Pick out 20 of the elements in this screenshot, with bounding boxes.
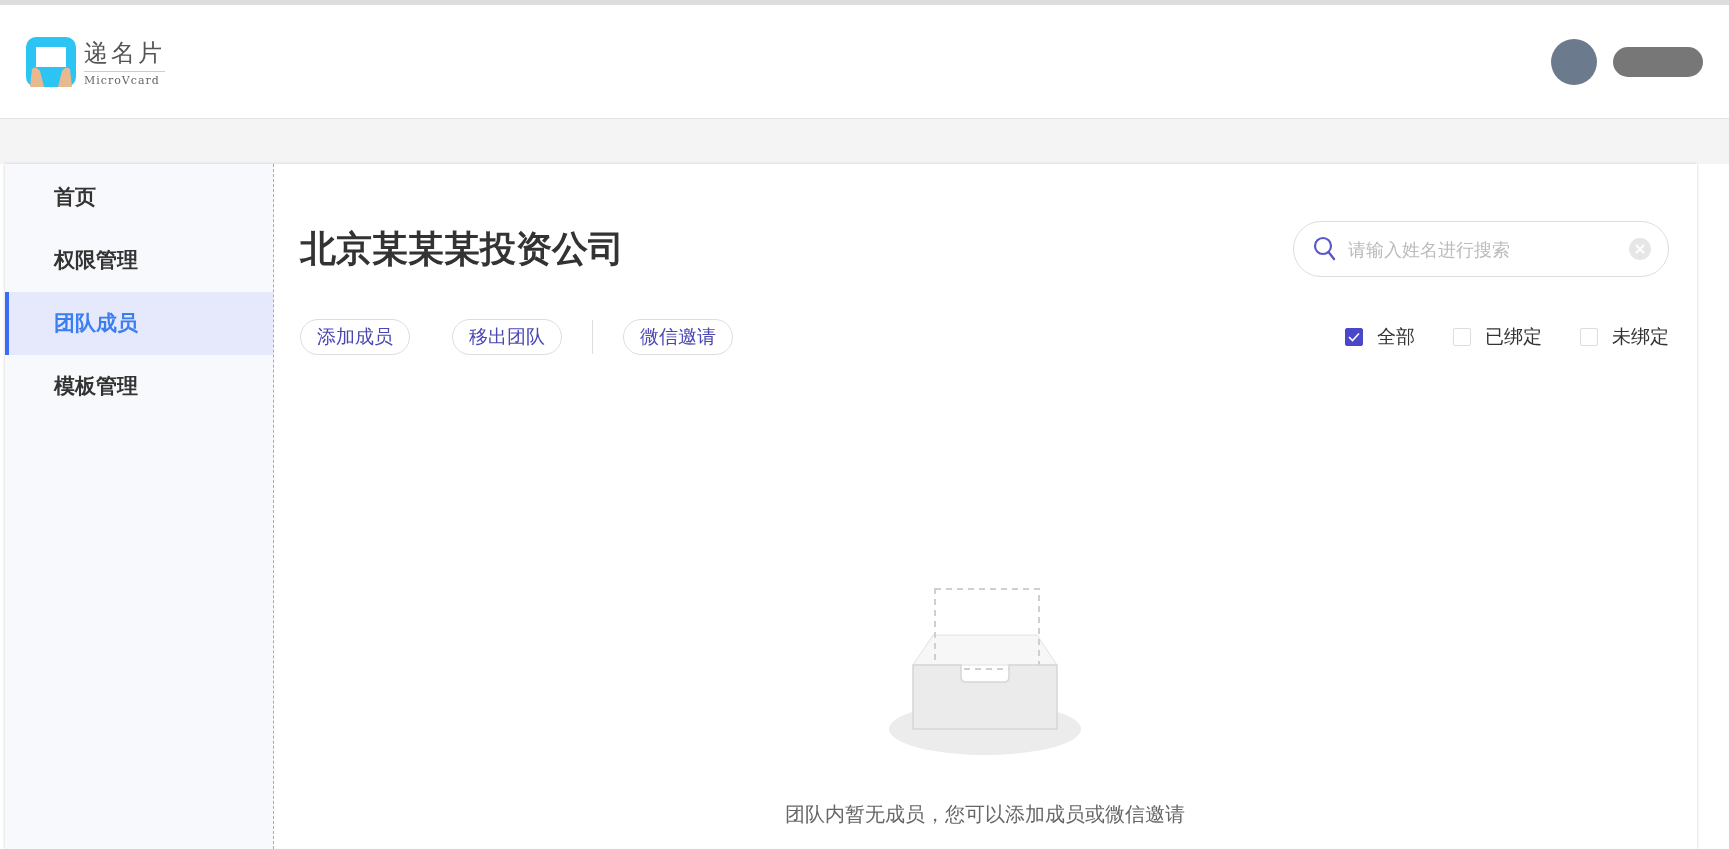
brand-subtitle: MicroVcard xyxy=(84,73,161,87)
filter-checkbox[interactable] xyxy=(1345,328,1363,346)
filter-label: 已绑定 xyxy=(1485,324,1542,349)
empty-message: 团队内暂无成员，您可以添加成员或微信邀请 xyxy=(784,801,1185,828)
sidebar-item[interactable]: 首页 xyxy=(5,166,273,229)
brand-name: 递名片 xyxy=(84,36,165,72)
action-button[interactable]: 移出团队 xyxy=(452,319,562,355)
filter-label: 全部 xyxy=(1377,324,1415,349)
clear-icon[interactable] xyxy=(1629,238,1651,260)
action-button[interactable]: 微信邀请 xyxy=(623,319,733,355)
filter-label: 未绑定 xyxy=(1612,324,1669,349)
sidebar-item[interactable]: 模板管理 xyxy=(5,355,273,418)
search-field[interactable]: 请输入姓名进行搜索 xyxy=(1293,221,1669,277)
sidebar-item[interactable]: 权限管理 xyxy=(5,229,273,292)
logo-icon xyxy=(26,36,76,87)
avatar[interactable] xyxy=(1551,38,1597,85)
action-button[interactable]: 添加成员 xyxy=(300,319,410,355)
company-title: 北京某某某投资公司 xyxy=(300,226,624,271)
search-icon xyxy=(1313,236,1337,262)
check-icon xyxy=(1348,332,1360,342)
